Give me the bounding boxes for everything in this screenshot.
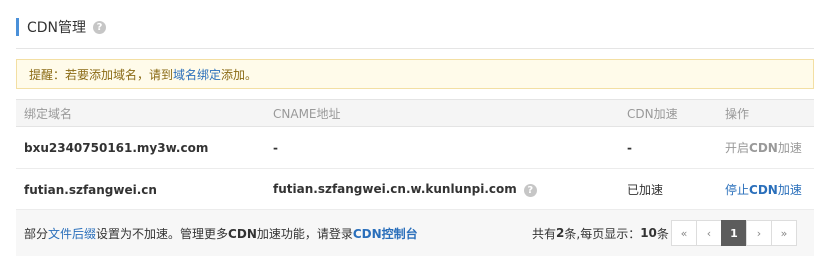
cell-cname: futian.szfangwei.cn.w.kunlunpi.com? bbox=[265, 168, 619, 211]
cell-domain: futian.szfangwei.cn bbox=[16, 168, 265, 211]
cell-cdn-status: 已加速 bbox=[619, 168, 717, 211]
enable-cdn-button[interactable]: 开启CDN加速 bbox=[725, 141, 802, 155]
col-header-action: 操作 bbox=[717, 99, 814, 127]
domain-table: 绑定域名 CNAME地址 CDN加速 操作 bxu2340750161.my3w… bbox=[16, 99, 814, 211]
action-bold: CDN bbox=[749, 183, 778, 197]
action-suffix: 加速 bbox=[777, 183, 802, 197]
cname-text: futian.szfangwei.cn.w.kunlunpi.com bbox=[273, 182, 517, 196]
note-a: 部分 bbox=[24, 226, 49, 241]
table-row: bxu2340750161.my3w.com - - 开启CDN加速 bbox=[16, 126, 814, 169]
per-page-count: 10 bbox=[640, 226, 657, 240]
info-b: 条,每页显示： bbox=[564, 226, 641, 241]
col-header-cname: CNAME地址 bbox=[265, 99, 619, 127]
pagination-info: 共有 2 条,每页显示： 10 条 bbox=[532, 210, 669, 256]
footer-note: 部分文件后缀设置为不加速。管理更多CDN加速功能，请登录CDN控制台 bbox=[16, 225, 418, 242]
total-count: 2 bbox=[556, 226, 565, 240]
question-circle-icon[interactable]: ? bbox=[523, 184, 537, 197]
info-a: 共有 bbox=[532, 226, 557, 241]
file-suffix-link[interactable]: 文件后缀 bbox=[48, 227, 96, 241]
cell-action: 开启CDN加速 bbox=[717, 126, 814, 169]
note-b: 设置为不加速。管理更多 bbox=[96, 226, 229, 241]
alert-prefix: 提醒：若要添加域名，请到 bbox=[29, 67, 174, 82]
cell-cdn-status: - bbox=[619, 126, 717, 169]
note-bold: CDN bbox=[228, 226, 257, 241]
cell-cname: - bbox=[265, 126, 619, 169]
action-prefix: 停止 bbox=[725, 183, 750, 197]
reminder-alert: 提醒：若要添加域名，请到 域名绑定 添加。 bbox=[16, 59, 814, 89]
note-c: 加速功能，请登录 bbox=[256, 226, 353, 241]
info-c: 条 bbox=[656, 226, 669, 241]
table-row: futian.szfangwei.cn futian.szfangwei.cn.… bbox=[16, 168, 814, 211]
domain-binding-link[interactable]: 域名绑定 bbox=[173, 66, 221, 83]
table-header-row: 绑定域名 CNAME地址 CDN加速 操作 bbox=[16, 99, 814, 127]
page-title: CDN管理 bbox=[27, 20, 87, 36]
col-header-domain: 绑定域名 bbox=[16, 99, 265, 127]
col-header-cdn: CDN加速 bbox=[619, 99, 717, 127]
cell-domain: bxu2340750161.my3w.com bbox=[16, 126, 265, 169]
action-suffix: 加速 bbox=[777, 141, 802, 155]
prev-page-button[interactable]: ‹ bbox=[696, 220, 722, 246]
cell-action: 停止CDN加速 bbox=[717, 168, 814, 211]
action-bold: CDN bbox=[749, 141, 778, 155]
next-page-button[interactable]: › bbox=[746, 220, 772, 246]
page-header: CDN管理 ? bbox=[16, 18, 107, 36]
cdn-console-link[interactable]: CDN控制台 bbox=[353, 227, 418, 241]
alert-suffix: 添加。 bbox=[221, 67, 258, 82]
stop-cdn-button[interactable]: 停止CDN加速 bbox=[725, 183, 802, 197]
header-divider bbox=[16, 48, 814, 49]
page-1-button[interactable]: 1 bbox=[721, 220, 747, 246]
table-footer: 部分文件后缀设置为不加速。管理更多CDN加速功能，请登录CDN控制台 共有 2 条,… bbox=[16, 209, 814, 256]
cdn-status-text: 已加速 bbox=[627, 183, 664, 197]
last-page-button[interactable]: » bbox=[771, 220, 797, 246]
action-prefix: 开启 bbox=[725, 141, 750, 155]
question-circle-icon[interactable]: ? bbox=[93, 20, 107, 34]
first-page-button[interactable]: « bbox=[671, 220, 697, 246]
pagination: « ‹ 1 › » bbox=[671, 220, 797, 246]
